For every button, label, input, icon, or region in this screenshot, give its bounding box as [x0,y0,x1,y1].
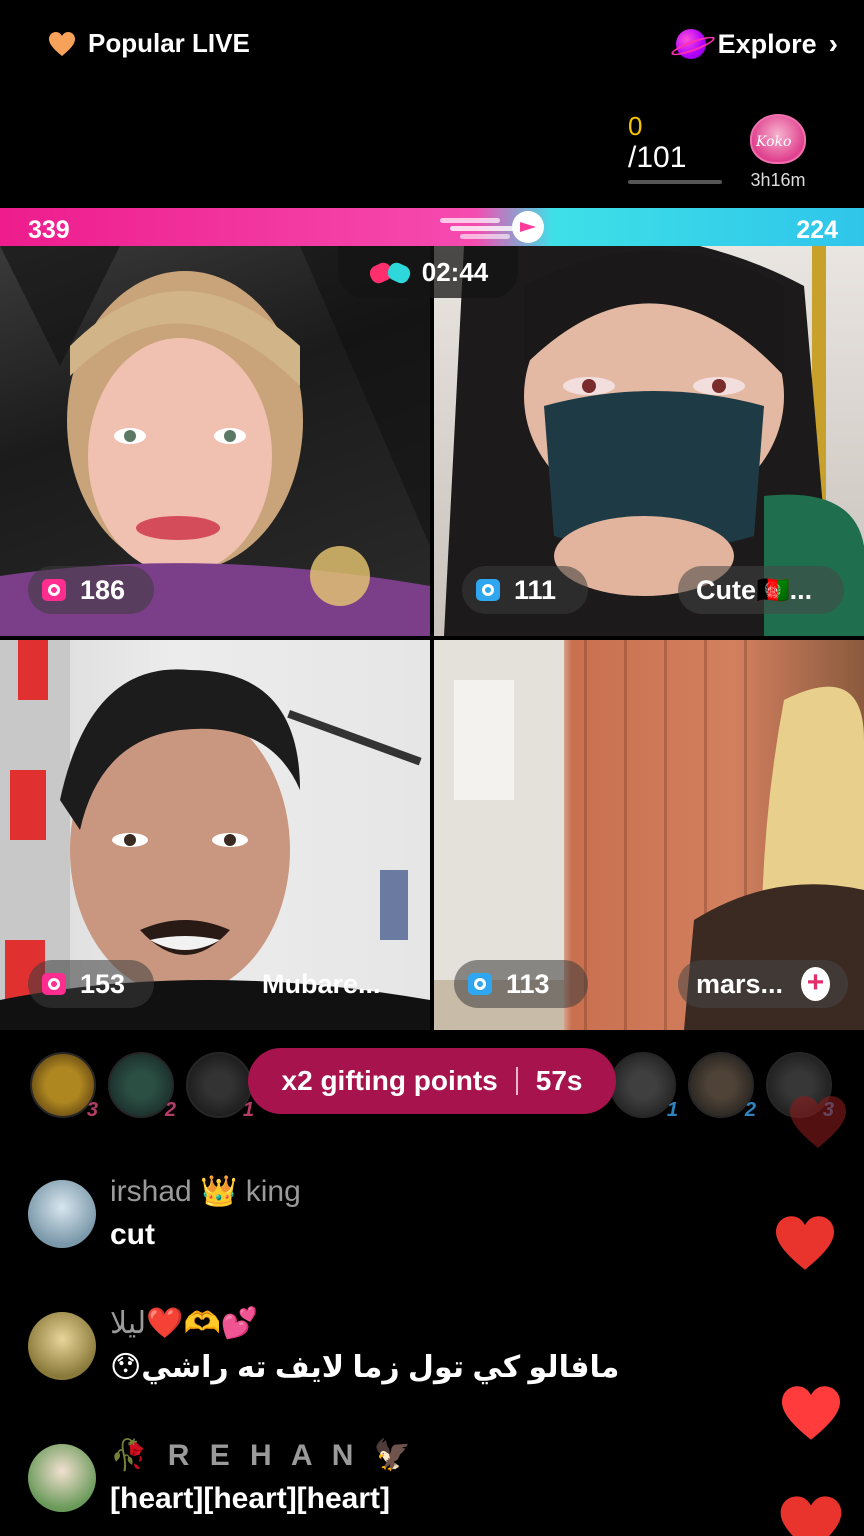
goal-total: /101 [628,141,687,174]
battle-countdown: 02:44 [421,256,489,287]
floating-heart-icon [782,1386,840,1440]
camera-icon [476,579,500,601]
streamer-name-4[interactable]: mars... + [678,960,848,1008]
gifter-avatar[interactable]: 1 [610,1052,678,1121]
chat-text: [heart][heart][heart] [110,1482,391,1515]
goal-counter[interactable]: 0 /101 [628,112,728,184]
video-grid [0,246,864,1030]
host-timer: 3h16m [750,170,806,190]
viewer-count-2[interactable]: 111 [462,566,588,614]
streamer-name-3[interactable]: Mubare... [244,960,418,1008]
popular-live-label: Popular LIVE [88,28,250,58]
gifter-avatar[interactable]: 3 [30,1052,98,1121]
divider [515,1067,518,1095]
gifting-points-timer: 57s [535,1065,583,1096]
crown-icon: 👑 [200,1175,238,1208]
floating-heart-icon [780,1496,842,1536]
chat-text: cut [110,1218,155,1251]
floating-heart-icon [776,1216,834,1270]
viewer-count-4[interactable]: 113 [454,960,588,1008]
host-avatar-text: Koko [756,134,792,150]
goal-progress-bar [628,180,722,184]
chat-username-part: irshad [110,1175,192,1208]
viewer-count-1-value: 186 [80,574,126,605]
top-bar: Popular LIVE Explore › [0,0,864,95]
gifter-avatar[interactable]: 2 [108,1052,176,1121]
host-badge[interactable]: Koko 3h16m [740,114,816,191]
planet-icon [675,29,706,59]
streamer-name-2-label: Cute🇦🇫... [696,575,813,605]
battle-spark-icon [440,211,544,243]
gifter-rank: 1 [666,1099,678,1121]
viewer-count-3[interactable]: 153 [28,960,154,1008]
camera-icon [42,579,66,601]
chat-message-2[interactable]: ليلا❤️🫶💕 😯مافالو کي تول زما لايف ته راشي [28,1307,768,1384]
viewer-count-2-value: 111 [514,574,557,605]
avatar[interactable] [28,1444,96,1512]
boxing-gloves-icon [369,262,410,284]
heart-icon [49,31,75,56]
gifter-rank: 2 [744,1099,756,1121]
gifter-avatar[interactable]: 2 [688,1052,756,1121]
chat-username-part: king [245,1175,301,1208]
chat-message-3[interactable]: 🥀 R E H A N 🦅 [heart][heart][heart] [28,1439,768,1515]
chat-text: 😯مافالو کي تول زما لايف ته راشي [110,1351,620,1384]
chat-username: 🥀 R E H A N 🦅 [110,1439,418,1472]
goal-current: 0 [628,111,643,141]
right-score: 224 [796,216,838,244]
gifter-avatar[interactable]: 1 [186,1052,254,1121]
chevron-right-icon: › [828,28,838,59]
gifter-rank: 3 [86,1099,98,1121]
camera-icon [42,973,66,995]
streamer-name-4-label: mars... [696,968,784,999]
viewer-count-3-value: 153 [80,968,126,999]
streamer-name-2[interactable]: Cute🇦🇫... [678,566,844,614]
viewer-count-1[interactable]: 186 [28,566,154,614]
gifting-points-label: x2 gifting points [281,1065,498,1096]
chat-username: ليلا❤️🫶💕 [110,1307,259,1340]
chat-username: irshad 👑 king [110,1174,301,1209]
explore-button[interactable]: Explore › [675,28,838,60]
popular-live-button[interactable]: Popular LIVE [48,28,250,59]
gifting-points-banner[interactable]: x2 gifting points 57s [248,1048,616,1114]
plus-icon[interactable]: + [801,967,830,1001]
gifter-rank: 1 [242,1099,254,1121]
explore-label: Explore [717,28,817,59]
avatar[interactable] [28,1312,96,1380]
left-score: 339 [28,216,70,244]
camera-icon [468,973,492,995]
streamer-name-3-label: Mubare... [262,968,381,999]
chat-message-1[interactable]: irshad 👑 king cut [28,1175,768,1251]
gifter-rank: 2 [164,1099,176,1121]
viewer-count-4-value: 113 [506,968,550,999]
avatar[interactable] [28,1180,96,1248]
host-avatar[interactable]: Koko [750,114,806,164]
battle-timer: 02:44 [338,246,518,298]
battle-score-bar: 339 224 [0,208,864,246]
floating-heart-icon [790,1096,846,1148]
